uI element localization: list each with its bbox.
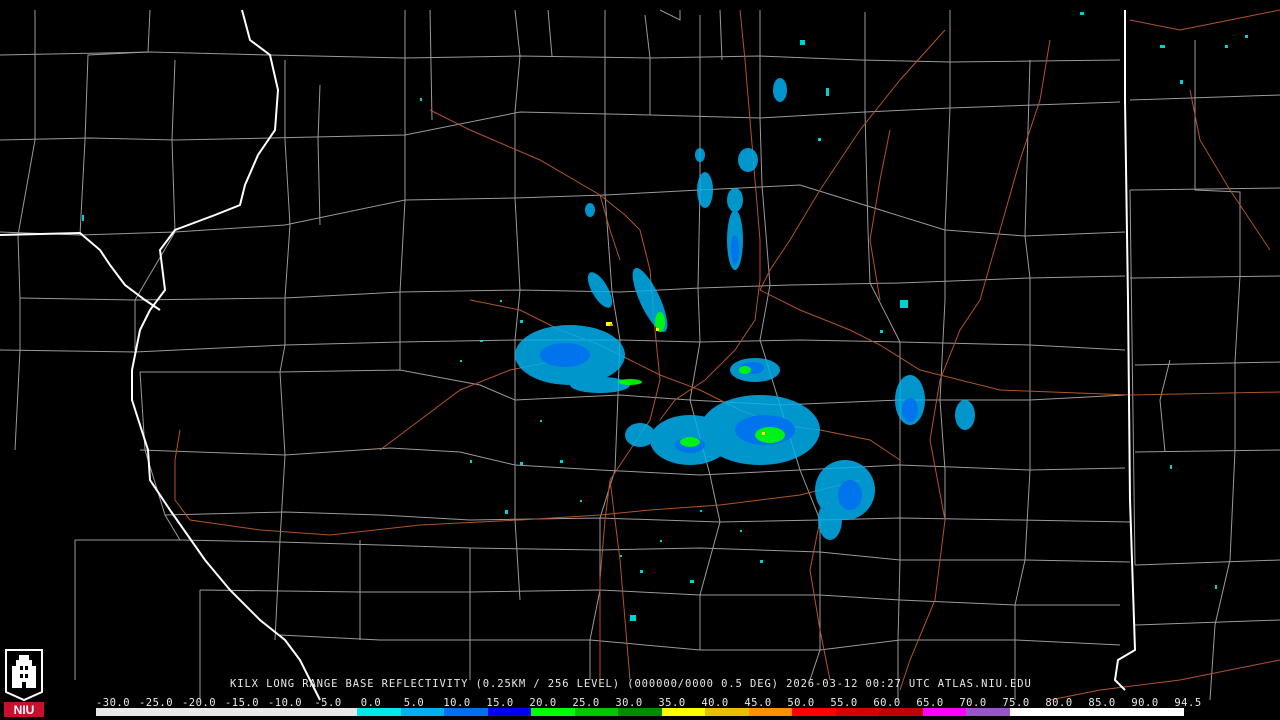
colorbar-segment	[922, 708, 967, 716]
colorbar-segment	[487, 708, 532, 716]
product-title: LONG RANGE BASE REFLECTIVITY	[266, 678, 469, 690]
colorbar-segment	[357, 708, 401, 716]
colorbar-segment	[748, 708, 793, 716]
volume-info: (000000/0000 0.5 DEG)	[627, 678, 779, 690]
colorbar-segment	[96, 708, 140, 716]
station-id: KILX	[230, 678, 259, 690]
source-url: ATLAS.NIU.EDU	[937, 678, 1032, 690]
radar-map	[0, 0, 1280, 720]
colorbar-segment	[966, 708, 1010, 716]
colorbar-segment	[400, 708, 445, 716]
colorbar-segment	[661, 708, 706, 716]
colorbar-segment	[574, 708, 619, 716]
colorbar-segment	[618, 708, 662, 716]
colorbar-segment	[226, 708, 271, 716]
colorbar-segment	[835, 708, 880, 716]
product-caption: KILX LONG RANGE BASE REFLECTIVITY (0.25K…	[230, 678, 1032, 690]
colorbar-segment	[792, 708, 836, 716]
colorbar-segment	[1096, 708, 1141, 716]
colorbar-segment	[183, 708, 227, 716]
timestamp: 2026-03-12 00:27 UTC	[786, 678, 931, 690]
colorbar-segment	[531, 708, 575, 716]
colorbar-segment	[1140, 708, 1184, 716]
colorbar-segment	[879, 708, 923, 716]
colorbar-segment	[139, 708, 184, 716]
colorbar-segment	[313, 708, 358, 716]
product-resolution: (0.25KM / 256 LEVEL)	[475, 678, 620, 690]
colorbar-segment	[1009, 708, 1054, 716]
colorbar-segment	[1053, 708, 1097, 716]
reflectivity-colorbar	[96, 708, 1184, 716]
colorbar-segment	[270, 708, 314, 716]
colorbar-segment	[705, 708, 749, 716]
colorbar-segment	[444, 708, 488, 716]
